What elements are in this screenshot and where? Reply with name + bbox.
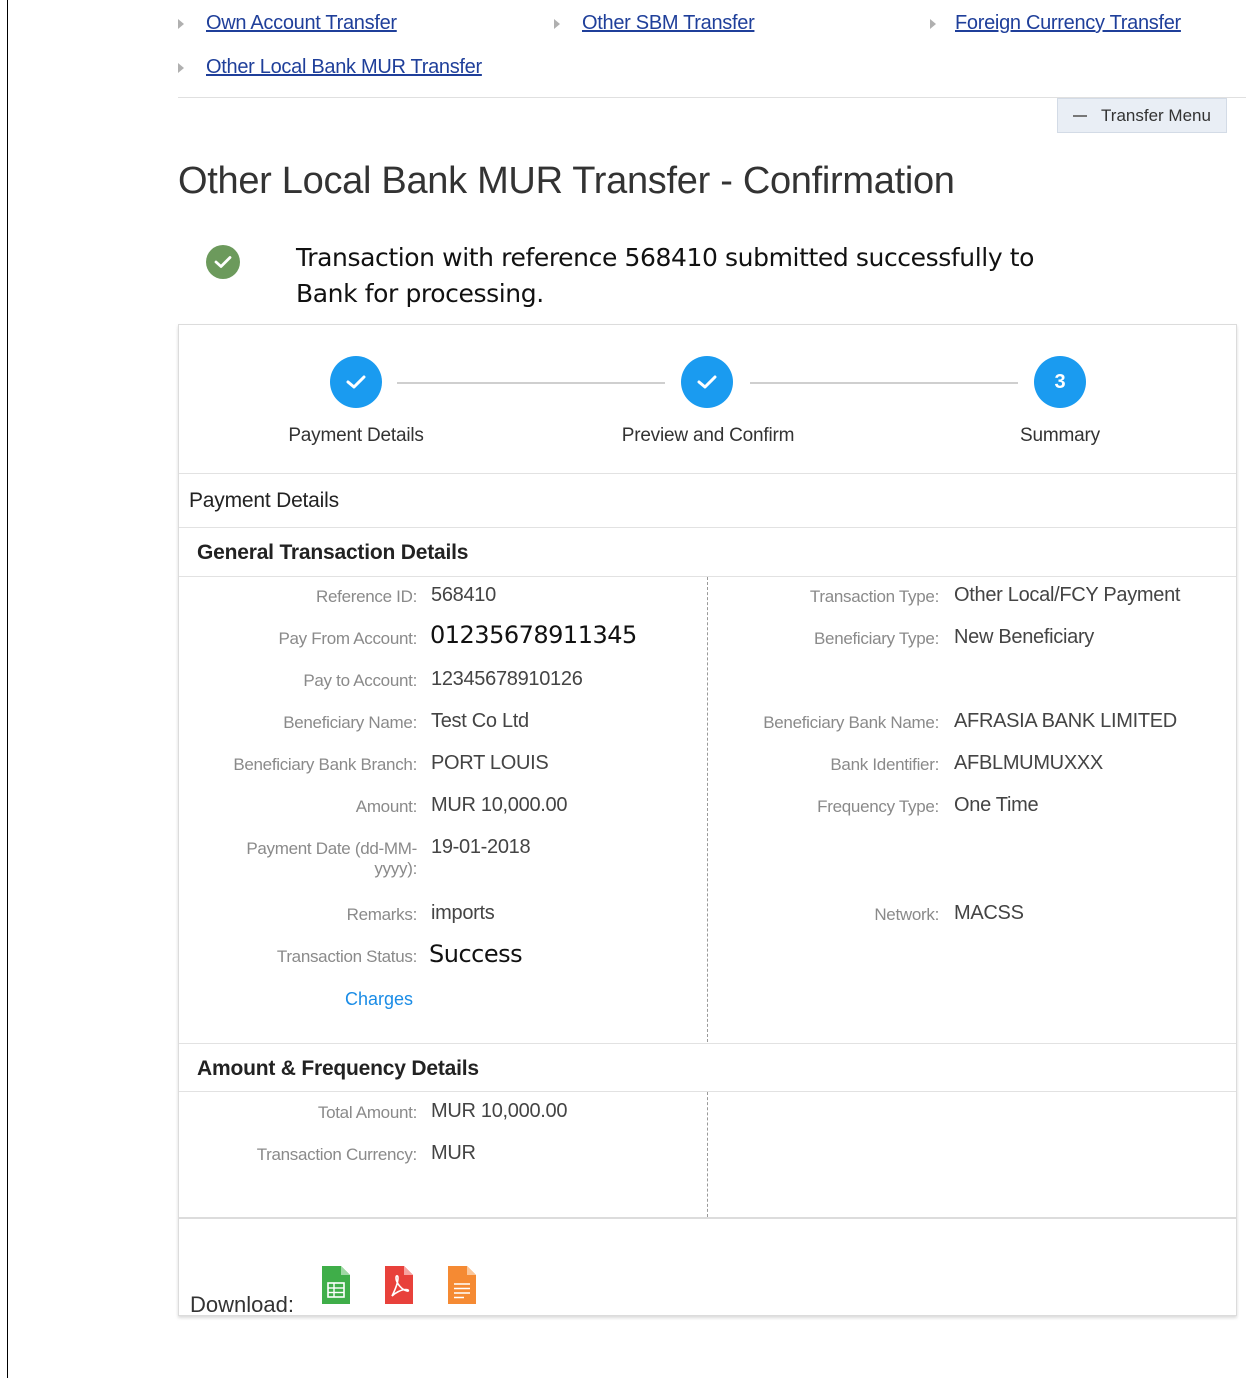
transfer-menu-label: Transfer Menu xyxy=(1101,105,1211,125)
transaction-status-value: Success xyxy=(429,940,523,968)
payment-details-heading: Payment Details xyxy=(189,489,339,512)
window-border xyxy=(7,0,8,1378)
network-value: MACSS xyxy=(954,902,1024,924)
excel-icon[interactable] xyxy=(322,1266,350,1304)
success-message: Transaction with reference 568410 submit… xyxy=(296,243,1035,308)
beneficiary-bank-name-label: Beneficiary Bank Name: xyxy=(763,713,939,732)
pay-from-account-label: Pay From Account: xyxy=(278,629,417,648)
frequency-type-label: Frequency Type: xyxy=(817,797,939,816)
remarks-label: Remarks: xyxy=(346,905,418,924)
beneficiary-type-value: New Beneficiary xyxy=(954,626,1095,648)
step-connector xyxy=(750,382,1018,384)
pdf-icon[interactable] xyxy=(385,1266,413,1304)
other-sbm-transfer-link[interactable]: Other SBM Transfer xyxy=(582,12,755,35)
step-2-complete xyxy=(681,356,733,408)
arrow-right-icon xyxy=(930,18,936,29)
column-divider xyxy=(707,1092,708,1217)
column-divider xyxy=(707,577,708,1042)
amount-label: Amount: xyxy=(355,797,418,816)
payment-date-value: 19-01-2018 xyxy=(431,836,531,858)
step-connector xyxy=(397,382,665,384)
page-title: Other Local Bank MUR Transfer - Confirma… xyxy=(178,160,955,202)
transaction-type-value: Other Local/FCY Payment xyxy=(954,584,1181,606)
check-icon xyxy=(697,375,717,389)
quicklink-foreign-currency[interactable]: Foreign Currency Transfer xyxy=(930,12,1181,35)
step-3-current: 3 xyxy=(1034,356,1086,408)
check-circle-icon xyxy=(206,245,240,279)
bank-identifier-label: Bank Identifier: xyxy=(830,755,939,774)
reference-id-value: 568410 xyxy=(431,584,496,606)
divider xyxy=(179,1043,1236,1044)
other-local-bank-transfer-link[interactable]: Other Local Bank MUR Transfer xyxy=(206,56,482,79)
arrow-right-icon xyxy=(178,62,184,73)
network-label: Network: xyxy=(874,905,939,924)
general-transaction-heading: General Transaction Details xyxy=(197,541,469,564)
transaction-status-label: Transaction Status: xyxy=(276,947,417,966)
arrow-right-icon xyxy=(178,18,184,29)
remarks-value: imports xyxy=(431,902,495,924)
divider xyxy=(179,473,1236,474)
transaction-currency-label: Transaction Currency: xyxy=(256,1145,418,1164)
collapse-icon xyxy=(1073,114,1088,117)
total-amount-label: Total Amount: xyxy=(317,1103,417,1122)
foreign-currency-transfer-link[interactable]: Foreign Currency Transfer xyxy=(955,12,1181,35)
step-1-label: Payment Details xyxy=(288,425,424,446)
own-account-transfer-link[interactable]: Own Account Transfer xyxy=(206,12,397,35)
step-3-label: Summary xyxy=(1020,425,1100,446)
transfer-menu-button[interactable]: Transfer Menu xyxy=(1057,98,1227,133)
beneficiary-type-label: Beneficiary Type: xyxy=(814,629,939,648)
payment-date-label: Payment Date (dd-MM-yyyy): xyxy=(246,839,417,878)
quicklink-other-sbm[interactable]: Other SBM Transfer xyxy=(554,12,755,35)
download-label: Download: xyxy=(190,1292,294,1317)
charges-link[interactable]: Charges xyxy=(345,989,413,1010)
step-1-complete xyxy=(330,356,382,408)
beneficiary-name-value: Test Co Ltd xyxy=(431,710,529,732)
check-icon xyxy=(346,375,366,389)
transaction-currency-value: MUR xyxy=(431,1142,476,1164)
quicklink-other-local-bank[interactable]: Other Local Bank MUR Transfer xyxy=(178,56,482,79)
bank-identifier-value: AFBLMUMUXXX xyxy=(954,752,1103,774)
amount-value: MUR 10,000.00 xyxy=(431,794,568,816)
beneficiary-bank-branch-label: Beneficiary Bank Branch: xyxy=(233,755,417,774)
confirmation-card: 3 Payment Details Preview and Confirm Su… xyxy=(178,324,1237,1317)
step-2-label: Preview and Confirm xyxy=(621,425,795,446)
arrow-right-icon xyxy=(554,18,560,29)
quicklink-own-account[interactable]: Own Account Transfer xyxy=(178,12,397,35)
text-file-icon[interactable] xyxy=(448,1266,476,1304)
beneficiary-name-label: Beneficiary Name: xyxy=(283,713,417,732)
beneficiary-bank-branch-value: PORT LOUIS xyxy=(431,752,549,774)
total-amount-value: MUR 10,000.00 xyxy=(431,1100,568,1122)
transaction-type-label: Transaction Type: xyxy=(809,587,939,606)
divider xyxy=(179,1217,1236,1219)
frequency-type-value: One Time xyxy=(954,794,1039,816)
amount-frequency-heading: Amount & Frequency Details xyxy=(197,1057,479,1080)
pay-to-account-value: 12345678910126 xyxy=(431,668,583,690)
beneficiary-bank-name-value: AFRASIA BANK LIMITED xyxy=(954,710,1177,732)
pay-from-account-value: 01235678911345 xyxy=(430,621,637,649)
reference-id-label: Reference ID: xyxy=(316,587,417,606)
pay-to-account-label: Pay to Account: xyxy=(303,671,417,690)
divider xyxy=(179,527,1236,528)
